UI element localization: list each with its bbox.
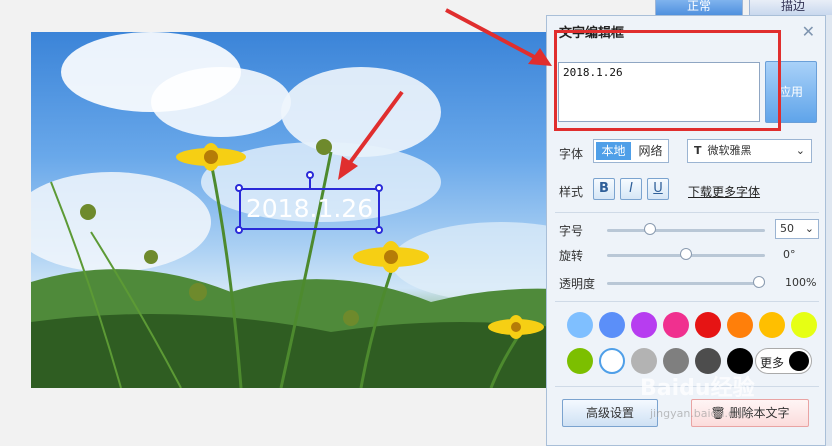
- rotate-slider[interactable]: [607, 248, 765, 260]
- canvas-text-object[interactable]: 2018.1.26: [239, 188, 380, 230]
- size-label: 字号: [559, 224, 584, 238]
- font-family-select[interactable]: T 微软雅黑 ⌄: [687, 139, 812, 163]
- font-source-web[interactable]: 网络: [633, 140, 668, 162]
- rotate-slider-knob[interactable]: [680, 248, 692, 260]
- color-swatch[interactable]: [695, 312, 721, 338]
- color-swatch[interactable]: [567, 348, 593, 374]
- font-source-toggle: 本地 网络: [593, 139, 669, 163]
- rotate-label: 旋转: [559, 249, 584, 263]
- color-swatch[interactable]: [567, 312, 593, 338]
- panel-scroll-edge: [826, 15, 832, 446]
- resize-handle-bottom-left[interactable]: [235, 226, 243, 234]
- opacity-value: 100%: [785, 276, 817, 289]
- more-colors-button[interactable]: 更多: [755, 348, 812, 374]
- opacity-slider[interactable]: [607, 276, 765, 288]
- font-label: 字体: [559, 147, 584, 161]
- watermark-url: jingyan.baidu.com: [650, 407, 752, 420]
- download-fonts-link[interactable]: 下载更多字体: [688, 183, 760, 200]
- underline-button[interactable]: U: [647, 178, 669, 200]
- resize-handle-top-left[interactable]: [235, 184, 243, 192]
- color-swatch[interactable]: [759, 312, 785, 338]
- size-select[interactable]: 50 ⌄: [775, 219, 819, 239]
- more-colors-label: 更多: [760, 356, 785, 370]
- top-tab-bar: 正常 描边: [655, 0, 832, 16]
- advanced-settings-button[interactable]: 高级设置: [562, 399, 658, 427]
- tab-normal[interactable]: 正常: [655, 0, 743, 16]
- annotation-highlight-box: [554, 30, 781, 131]
- size-slider-knob[interactable]: [644, 223, 656, 235]
- italic-button[interactable]: I: [620, 178, 642, 200]
- color-swatch[interactable]: [727, 312, 753, 338]
- font-source-local[interactable]: 本地: [596, 142, 631, 160]
- chevron-down-icon: ⌄: [795, 144, 805, 157]
- color-swatch[interactable]: [599, 348, 625, 374]
- bold-button[interactable]: B: [593, 178, 615, 200]
- chevron-down-icon: ⌄: [804, 222, 814, 235]
- rotate-handle[interactable]: [306, 171, 314, 179]
- resize-handle-bottom-right[interactable]: [375, 226, 383, 234]
- rotate-value: 0°: [783, 248, 796, 261]
- color-swatch[interactable]: [791, 312, 817, 338]
- divider: [555, 212, 819, 213]
- style-label: 样式: [559, 185, 584, 199]
- current-color-swatch: [789, 351, 809, 371]
- font-family-value: 微软雅黑: [707, 144, 752, 157]
- opacity-slider-knob[interactable]: [753, 276, 765, 288]
- divider: [555, 301, 819, 302]
- color-swatch[interactable]: [631, 312, 657, 338]
- color-swatch[interactable]: [663, 312, 689, 338]
- size-value: 50: [780, 222, 794, 235]
- tab-stroke[interactable]: 描边: [749, 0, 832, 16]
- resize-handle-top-right[interactable]: [375, 184, 383, 192]
- size-slider[interactable]: [607, 223, 765, 235]
- close-icon[interactable]: ✕: [802, 22, 815, 41]
- opacity-label: 透明度: [559, 277, 596, 291]
- font-type-icon: T: [694, 144, 702, 157]
- color-swatch[interactable]: [599, 312, 625, 338]
- watermark-logo: Baidu经验: [640, 376, 755, 401]
